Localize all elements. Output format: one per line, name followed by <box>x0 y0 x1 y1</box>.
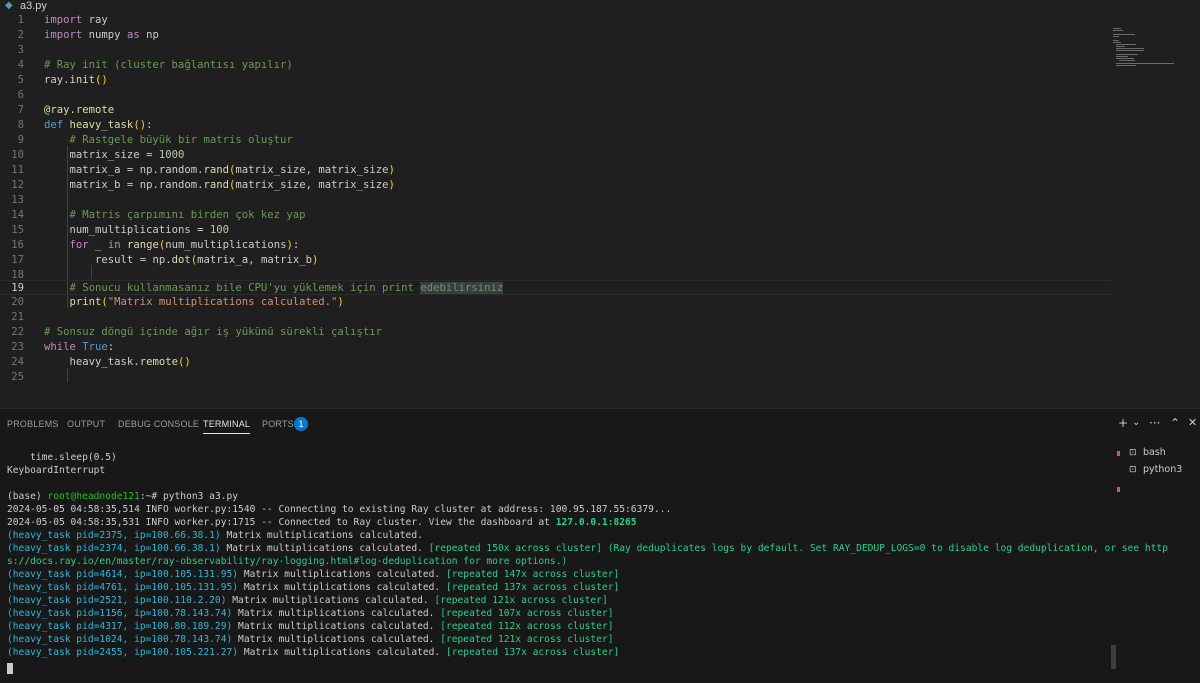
terminal-line: time.sleep(0.5) <box>7 452 117 463</box>
terminal-line: (heavy_task pid=2374, ip=100.66.38.1) Ma… <box>7 543 1168 554</box>
terminal-line: (heavy_task pid=2521, ip=100.110.2.20) M… <box>7 595 608 606</box>
tab-problems[interactable]: PROBLEMS <box>7 419 59 429</box>
terminal-line: KeyboardInterrupt <box>7 465 106 476</box>
code-editor[interactable]: 1 import ray 2 import numpy as np 3 4 # Ray… <box>0 13 1200 408</box>
code-line: 7 @ray.remote <box>0 103 1110 118</box>
line-number: 15 <box>11 224 24 236</box>
line-number: 3 <box>17 44 24 56</box>
line-number: 7 <box>17 104 24 116</box>
code-line: 2 import numpy as np <box>0 28 1110 43</box>
terminal-line: (heavy_task pid=4614, ip=100.105.131.95)… <box>7 569 620 580</box>
code-line: 16 for _ in range(num_multiplications): <box>0 238 1110 253</box>
line-number: 14 <box>11 209 24 221</box>
code-line: 21 <box>0 310 1110 325</box>
terminal-icon: ⊡ <box>1129 448 1137 458</box>
tab-output[interactable]: OUTPUT <box>67 419 105 429</box>
terminal-line: 2024-05-05 04:58:35,514 INFO worker.py:1… <box>7 504 672 515</box>
scrollbar-marker <box>1117 451 1120 456</box>
panel-tab-bar: PROBLEMS OUTPUT DEBUG CONSOLE TERMINAL P… <box>0 409 1200 439</box>
code-line: 5 ray.init() <box>0 73 1110 88</box>
terminal-line: (heavy_task pid=4317, ip=100.80.189.29) … <box>7 621 614 632</box>
line-number: 19 <box>11 282 24 294</box>
new-terminal-icon[interactable]: + <box>1118 416 1128 430</box>
line-number: 13 <box>11 194 24 206</box>
code-line: 15 num_multiplications = 100 <box>0 223 1110 238</box>
line-number: 25 <box>11 371 24 383</box>
line-number: 17 <box>11 254 24 266</box>
terminal-cursor <box>7 663 13 674</box>
terminal-line: (heavy_task pid=2375, ip=100.66.38.1) Ma… <box>7 530 423 541</box>
line-number: 23 <box>11 341 24 353</box>
code-line: 20 print("Matrix multiplications calcula… <box>0 295 1110 310</box>
terminal-prompt-user: root@headnode121 <box>47 491 140 502</box>
close-panel-icon[interactable]: ✕ <box>1188 416 1197 429</box>
chevron-down-icon[interactable]: ⌄ <box>1132 417 1140 428</box>
terminal-line: s://docs.ray.io/en/master/ray-observabil… <box>7 556 568 567</box>
line-number: 8 <box>17 119 24 131</box>
line-number: 2 <box>17 29 24 41</box>
terminal-icon: ⊡ <box>1129 465 1137 475</box>
bottom-panel: PROBLEMS OUTPUT DEBUG CONSOLE TERMINAL P… <box>0 408 1200 682</box>
tab-terminal[interactable]: TERMINAL <box>203 419 251 434</box>
code-line: 6 <box>0 88 1110 103</box>
ports-count-badge: 1 <box>294 417 308 431</box>
terminal-line: (heavy_task pid=4761, ip=100.105.131.95)… <box>7 582 620 593</box>
dashboard-link[interactable]: 127.0.0.1:8265 <box>556 517 637 528</box>
code-line: 13 <box>0 193 1110 208</box>
line-number: 11 <box>11 164 24 176</box>
terminal-scrollbar[interactable] <box>1111 645 1116 669</box>
terminal-prompt-command: :~# python3 a3.py <box>139 491 239 502</box>
terminal-line: (heavy_task pid=1024, ip=100.78.143.74) … <box>7 634 614 645</box>
line-number: 21 <box>11 311 24 323</box>
editor-tab-filename[interactable]: a3.py <box>20 0 47 13</box>
line-number: 10 <box>11 149 24 161</box>
line-number: 12 <box>11 179 24 191</box>
code-line: 25 <box>0 370 1110 385</box>
terminal-prompt-prefix: (base) <box>7 491 48 502</box>
editor-tab-bar: ◆ a3.py <box>0 0 1200 13</box>
code-line: 10 matrix_size = 1000 <box>0 148 1110 163</box>
line-number: 9 <box>17 134 24 146</box>
terminal-line: 2024-05-05 04:58:35,531 INFO worker.py:1… <box>7 517 637 528</box>
code-line: 8 def heavy_task(): <box>0 118 1110 133</box>
code-line: 3 <box>0 43 1110 58</box>
line-number: 6 <box>17 89 24 101</box>
line-number: 1 <box>17 14 24 26</box>
tab-debug-console[interactable]: DEBUG CONSOLE <box>118 419 199 429</box>
line-number: 4 <box>17 59 24 71</box>
terminal-output[interactable]: time.sleep(0.5) KeyboardInterrupt (base)… <box>0 439 1168 683</box>
scrollbar-marker <box>1117 487 1120 492</box>
code-line: 4 # Ray init (cluster bağlantısı yapılır) <box>0 58 1110 73</box>
status-bar <box>0 678 1200 682</box>
code-line: 12 matrix_b = np.random.rand(matrix_size… <box>0 178 1110 193</box>
code-line: 24 heavy_task.remote() <box>0 355 1110 370</box>
terminal-prompt-line: (base) root@headnode121:~# python3 a3.py <box>7 490 238 503</box>
code-line: 1 import ray <box>0 13 1110 28</box>
line-number: 5 <box>17 74 24 86</box>
line-number: 16 <box>11 239 24 251</box>
maximize-panel-icon[interactable]: ⌃ <box>1170 416 1180 430</box>
python-file-icon: ◆ <box>5 0 13 11</box>
minimap[interactable] <box>1113 28 1175 68</box>
code-line: 17 result = np.dot(matrix_a, matrix_b) <box>0 253 1110 268</box>
more-actions-icon[interactable]: ··· <box>1149 416 1160 430</box>
code-line-active: 19 # Sonucu kullanmasanız bile CPU'yu yü… <box>0 280 1110 295</box>
code-line: 11 matrix_a = np.random.rand(matrix_size… <box>0 163 1110 178</box>
code-line: 14 # Matris çarpımını birden çok kez yap <box>0 208 1110 223</box>
code-line: 23 while True: <box>0 340 1110 355</box>
terminal-line: (heavy_task pid=2455, ip=100.105.221.27)… <box>7 647 620 658</box>
terminal-list: ⊡ bash ⊡ python3 <box>1129 447 1183 475</box>
code-line: 9 # Rastgele büyük bir matris oluştur <box>0 133 1110 148</box>
line-number: 24 <box>11 356 24 368</box>
tab-ports[interactable]: PORTS <box>262 419 294 429</box>
terminal-line: (heavy_task pid=1156, ip=100.78.143.74) … <box>7 608 614 619</box>
line-number: 20 <box>11 296 24 308</box>
line-number: 22 <box>11 326 24 338</box>
code-line: 22 # Sonsuz döngü içinde ağır iş yükünü s… <box>0 325 1110 340</box>
